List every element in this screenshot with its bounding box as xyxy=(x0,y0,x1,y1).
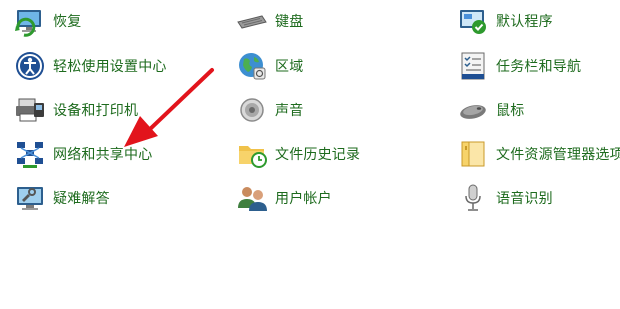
item-label: 网络和共享中心 xyxy=(53,147,153,163)
default-programs-icon xyxy=(457,5,489,37)
item-label: 声音 xyxy=(275,103,304,119)
item-label: 任务栏和导航 xyxy=(496,59,582,75)
item-ease-of-access[interactable]: 轻松使用设置中心 xyxy=(14,48,167,84)
region-globe-icon xyxy=(236,50,268,82)
item-label: 区域 xyxy=(275,59,304,75)
item-network-sharing[interactable]: 网络和共享中心 xyxy=(14,136,152,172)
network-sharing-icon xyxy=(14,138,46,170)
item-mouse[interactable]: 鼠标 xyxy=(457,92,524,128)
item-speech-recognition[interactable]: 语音识别 xyxy=(457,180,553,216)
item-user-accounts[interactable]: 用户帐户 xyxy=(236,180,332,216)
item-label: 文件历史记录 xyxy=(275,147,361,163)
item-label: 用户帐户 xyxy=(275,191,332,207)
folder-options-icon xyxy=(457,138,489,170)
item-label: 键盘 xyxy=(275,14,304,30)
item-keyboard[interactable]: 键盘 xyxy=(236,3,303,39)
taskbar-navigation-icon xyxy=(457,50,489,82)
item-label: 鼠标 xyxy=(496,103,525,119)
mouse-icon xyxy=(457,94,489,126)
troubleshooting-icon xyxy=(14,182,46,214)
speaker-icon xyxy=(236,94,268,126)
keyboard-icon xyxy=(236,5,268,37)
user-accounts-icon xyxy=(236,182,268,214)
item-troubleshooting[interactable]: 疑难解答 xyxy=(14,180,110,216)
item-label: 设备和打印机 xyxy=(53,103,139,119)
file-history-icon xyxy=(236,138,268,170)
item-sound[interactable]: 声音 xyxy=(236,92,303,128)
ease-of-access-icon xyxy=(14,50,46,82)
item-label: 语音识别 xyxy=(496,191,553,207)
item-default-programs[interactable]: 默认程序 xyxy=(457,3,553,39)
item-label: 轻松使用设置中心 xyxy=(53,59,167,75)
item-folder-options[interactable]: 文件资源管理器选项 xyxy=(457,136,620,172)
item-region[interactable]: 区域 xyxy=(236,48,303,84)
devices-printers-icon xyxy=(14,94,46,126)
item-devices-printers[interactable]: 设备和打印机 xyxy=(14,92,138,128)
microphone-icon xyxy=(457,182,489,214)
item-label: 默认程序 xyxy=(496,14,553,30)
item-file-history[interactable]: 文件历史记录 xyxy=(236,136,360,172)
recovery-icon xyxy=(14,5,46,37)
item-label: 疑难解答 xyxy=(53,191,110,207)
item-taskbar-navigation[interactable]: 任务栏和导航 xyxy=(457,48,581,84)
item-label: 恢复 xyxy=(53,14,82,30)
item-label: 文件资源管理器选项 xyxy=(496,147,620,163)
item-recovery[interactable]: 恢复 xyxy=(14,3,81,39)
